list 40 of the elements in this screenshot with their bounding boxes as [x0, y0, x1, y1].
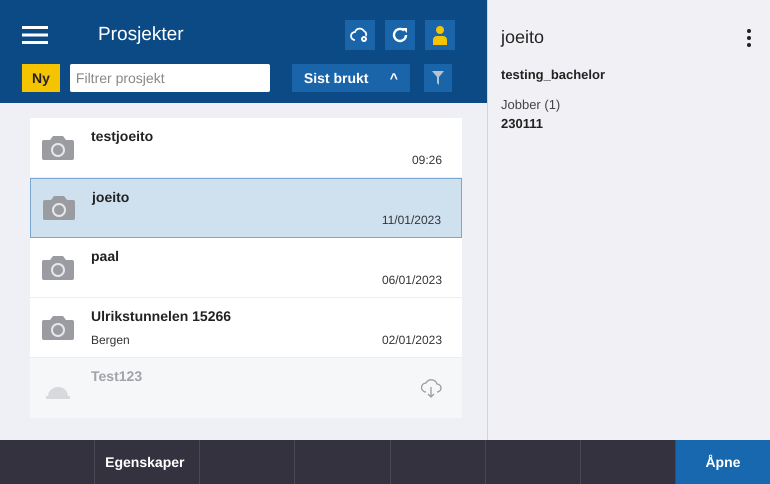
helmet-icon: [46, 387, 70, 399]
project-date: 02/01/2023: [382, 332, 442, 349]
refresh-icon: [391, 26, 409, 44]
details-owner: testing_bachelor: [501, 66, 606, 84]
user-icon: [433, 25, 447, 45]
project-item[interactable]: testjoeito 09:26: [30, 118, 462, 178]
details-title: joeito: [501, 26, 544, 49]
jobs-label: Jobber (1): [501, 96, 562, 114]
cloud-gear-icon: [350, 27, 370, 43]
project-item[interactable]: joeito 11/01/2023: [30, 178, 462, 238]
camera-icon: [41, 194, 77, 222]
filter-button[interactable]: [424, 64, 452, 92]
project-date: 09:26: [412, 152, 442, 169]
camera-icon: [40, 134, 76, 162]
user-button[interactable]: [425, 20, 455, 50]
cloud-download-icon[interactable]: [420, 378, 442, 398]
funnel-icon: [432, 71, 444, 85]
project-name: Test123: [91, 367, 144, 386]
filter-field[interactable]: Filtrer prosjekt: [70, 64, 270, 92]
new-button[interactable]: Ny: [22, 64, 60, 92]
job-number: 230111: [501, 115, 544, 133]
menu-icon[interactable]: [22, 26, 48, 44]
refresh-button[interactable]: [385, 20, 415, 50]
sort-button[interactable]: Sist brukt ^: [292, 64, 410, 92]
properties-button[interactable]: Egenskaper: [95, 440, 200, 484]
project-name: testjoeito: [91, 127, 154, 146]
more-icon[interactable]: [747, 28, 751, 46]
project-date: 11/01/2023: [382, 212, 441, 229]
project-date: 06/01/2023: [382, 272, 442, 289]
project-name: joeito: [92, 188, 130, 207]
project-item[interactable]: Ulrikstunnelen 15266 Bergen 02/01/2023: [30, 298, 462, 358]
camera-icon: [40, 314, 76, 342]
open-button[interactable]: Åpne: [676, 440, 770, 484]
project-item[interactable]: paal 06/01/2023: [30, 238, 462, 298]
camera-icon: [40, 254, 76, 282]
project-name: paal: [91, 247, 120, 266]
project-location: Bergen: [91, 332, 130, 349]
page-title: Prosjekter: [98, 22, 184, 47]
project-name: Ulrikstunnelen 15266: [91, 307, 232, 326]
cloud-settings-button[interactable]: [345, 20, 375, 50]
